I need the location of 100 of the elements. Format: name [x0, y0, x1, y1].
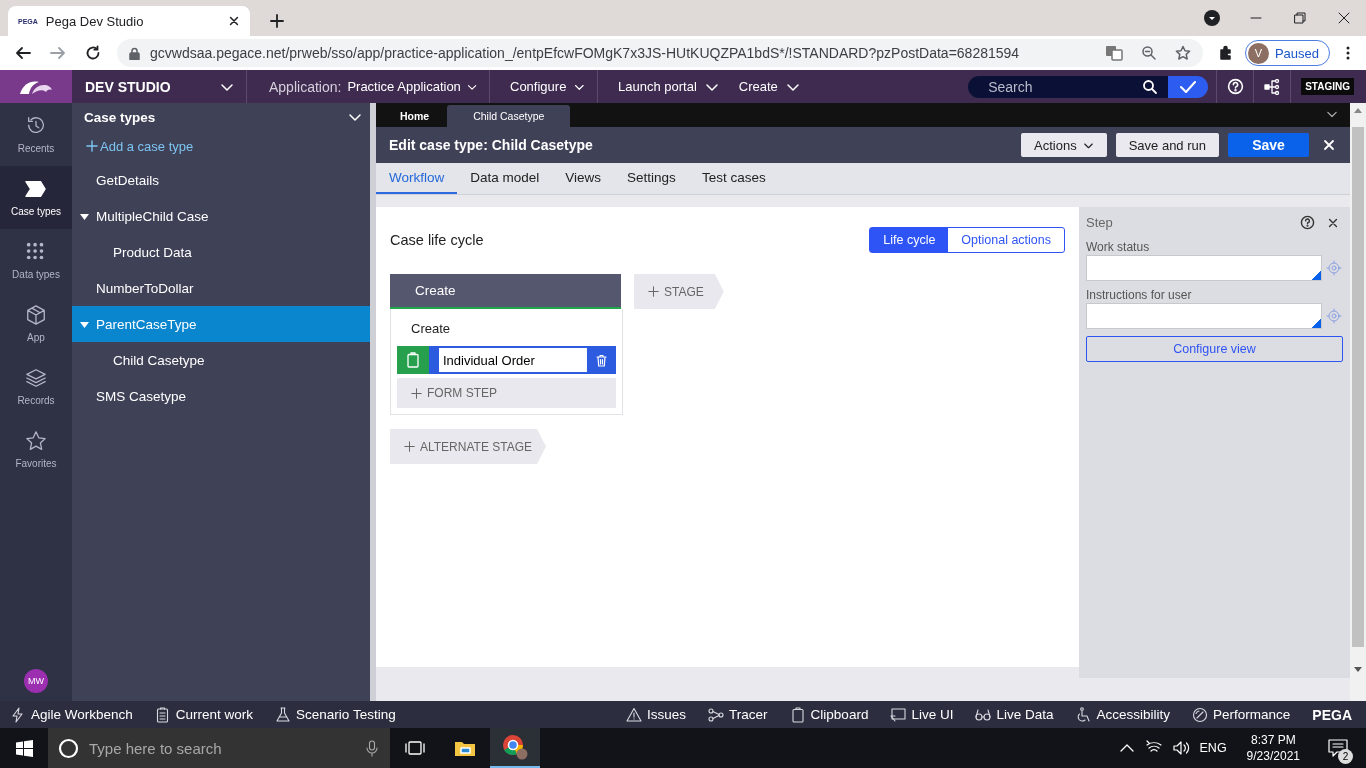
toolbar-item[interactable]: Agile Workbench [10, 706, 133, 723]
tag-icon [25, 178, 47, 200]
clock-time[interactable]: 8:37 PM [1250, 732, 1296, 748]
configure-view-button[interactable]: Configure view [1086, 336, 1343, 362]
tab[interactable]: Views [552, 163, 615, 194]
add-alternate-stage-button[interactable]: ALTERNATE STAGE [390, 429, 546, 464]
nav-item[interactable]: Recents [0, 103, 72, 166]
scrollbar-thumb[interactable] [1352, 127, 1364, 647]
menu-item[interactable]: Configure [510, 79, 567, 94]
clipboard-icon [407, 352, 419, 368]
tree-item[interactable]: Product Data [72, 234, 370, 270]
star-icon[interactable] [1174, 45, 1191, 61]
taskbar-search-field[interactable]: Type here to search [87, 738, 358, 758]
tree-item[interactable]: SMS Casetype [72, 378, 370, 414]
document-tab[interactable]: Home [382, 105, 448, 127]
add-case-type-link[interactable]: Add a case type [72, 131, 370, 159]
tree-item[interactable]: Child Casetype [72, 342, 370, 378]
text-field[interactable] [1086, 303, 1322, 329]
warning-icon [626, 706, 643, 723]
tree-item[interactable]: NumberToDollar [72, 270, 370, 306]
editor-title: Child Casetype [491, 137, 593, 153]
profile-status: Paused [1274, 45, 1319, 61]
avatar: V [1247, 42, 1269, 64]
toolbar-item[interactable]: Current work [154, 706, 254, 723]
forward-icon[interactable] [49, 45, 66, 61]
actions-button[interactable]: Actions [1021, 133, 1107, 157]
view-toggle[interactable]: Life cycle [870, 228, 949, 252]
tree-item[interactable]: MultipleChild Case [72, 198, 370, 234]
add-step-button[interactable]: FORM STEP [397, 378, 616, 408]
profile-menu-icon[interactable] [1204, 10, 1220, 26]
toolbar-item[interactable]: Live UI [890, 706, 954, 723]
menu-item[interactable]: Launch portal [618, 79, 697, 94]
nav-item[interactable]: App [0, 292, 72, 355]
nav-item[interactable]: Favorites [0, 418, 72, 481]
clock-date[interactable]: 9/23/2021 [1246, 748, 1300, 764]
toolbar-item[interactable]: Live Data [975, 706, 1054, 723]
back-icon[interactable] [14, 45, 31, 61]
process-name[interactable]: Create [397, 315, 616, 346]
more-icon[interactable] [1346, 45, 1350, 61]
stage-header[interactable]: Create [390, 274, 621, 309]
reload-icon[interactable] [84, 45, 101, 61]
nav-item[interactable]: Records [0, 355, 72, 418]
browser-icon[interactable] [502, 734, 528, 760]
view-toggle[interactable]: Optional actions [948, 228, 1064, 252]
save-button[interactable]: Save [1228, 133, 1309, 157]
tree-item[interactable]: GetDetails [72, 162, 370, 198]
toolbar-item[interactable]: Tracer [708, 706, 768, 723]
plus-icon [411, 387, 422, 399]
toolbar-item[interactable]: Performance [1192, 706, 1291, 723]
add-stage-button[interactable]: STAGE [634, 274, 724, 309]
windows-icon[interactable] [15, 739, 33, 757]
caret-up-icon[interactable] [1119, 744, 1134, 752]
scroll-up-icon[interactable] [1354, 107, 1362, 113]
toolbar-item[interactable]: Accessibility [1075, 706, 1170, 723]
close-icon[interactable] [228, 15, 240, 27]
application-menu[interactable]: Practice Application [347, 79, 461, 94]
wheelchair-icon [1075, 706, 1092, 723]
nav-item[interactable]: Case types [0, 166, 72, 229]
close-icon[interactable] [1322, 138, 1336, 152]
chevron-down-icon[interactable] [1326, 109, 1338, 119]
language-indicator[interactable]: ENG [1199, 741, 1227, 755]
speaker-icon[interactable] [1171, 740, 1190, 756]
folder-icon[interactable] [454, 739, 476, 757]
tab[interactable]: Data model [457, 163, 553, 194]
tab[interactable]: Workflow [376, 163, 458, 194]
search-bar[interactable]: Search [968, 75, 1169, 98]
text-field[interactable] [1086, 255, 1322, 281]
tab[interactable]: Test cases [688, 163, 779, 194]
plus-icon [648, 286, 659, 297]
studio-title: DEV STUDIO [85, 78, 171, 95]
menu-item[interactable]: Create [738, 79, 778, 94]
step-name-field[interactable]: Individual Order [439, 348, 587, 372]
search-field[interactable]: Search [986, 77, 1143, 96]
caret-icon[interactable] [79, 211, 89, 221]
close-icon[interactable] [1338, 12, 1350, 24]
nav-item[interactable]: Data types [0, 229, 72, 292]
toolbar-item[interactable]: Clipboard [789, 706, 869, 723]
toolbar-item[interactable]: Scenario Testing [275, 706, 396, 723]
close-icon[interactable] [1327, 216, 1339, 229]
toolbar-item[interactable]: Issues [626, 706, 687, 723]
document-tab[interactable]: Child Casetype [447, 105, 571, 127]
help-icon[interactable] [1300, 215, 1315, 230]
zoom-out-icon[interactable] [1140, 45, 1157, 61]
tab[interactable]: Settings [614, 163, 689, 194]
save-and-run-button[interactable]: Save and run [1115, 133, 1219, 157]
check-icon [1180, 80, 1197, 93]
monitor-icon [890, 706, 907, 723]
hierarchy-icon[interactable] [1264, 78, 1281, 95]
taskbar-search-bar[interactable]: Type here to search [48, 728, 390, 768]
search-submit-button[interactable] [1168, 75, 1209, 98]
restore-icon[interactable] [1294, 12, 1306, 24]
translate-icon[interactable] [1104, 45, 1123, 61]
chevron-down-icon[interactable] [348, 111, 362, 123]
editor-title-label: Edit case type: [389, 137, 488, 153]
tree-item[interactable]: ParentCaseType [72, 306, 370, 342]
scroll-down-icon[interactable] [1354, 667, 1362, 673]
task-view-icon[interactable] [405, 740, 425, 756]
brand-label: PEGA [1312, 706, 1352, 723]
new-tab-icon[interactable] [270, 14, 284, 28]
user-avatar[interactable]: MW [24, 669, 48, 693]
